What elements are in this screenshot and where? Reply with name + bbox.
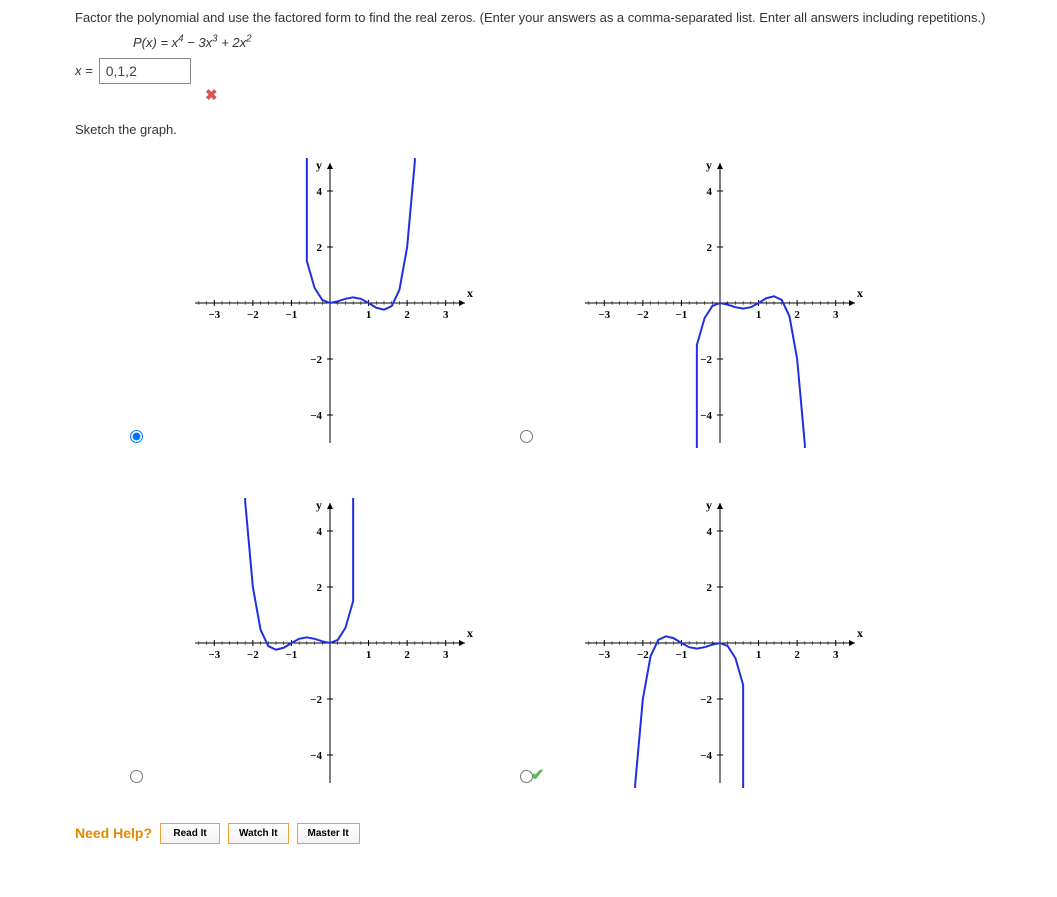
svg-text:y: y	[316, 158, 322, 172]
sketch-label: Sketch the graph.	[75, 122, 1057, 137]
svg-text:x: x	[857, 626, 863, 640]
svg-text:−3: −3	[208, 309, 220, 321]
svg-text:1: 1	[366, 649, 372, 661]
svg-text:−2: −2	[637, 649, 649, 661]
svg-text:3: 3	[443, 309, 449, 321]
svg-text:−4: −4	[310, 410, 322, 422]
graph-radio-1[interactable]	[520, 430, 533, 443]
graph-option-3: ✔ −3 −2 −1 1 2 3 4 2 −2 −4 x y	[515, 483, 905, 813]
graph-option-0: −3 −2 −1 1 2 3 4 2 −2 −4 x y	[125, 143, 515, 473]
svg-text:4: 4	[707, 186, 713, 198]
wrong-mark-icon: ✖	[205, 86, 1057, 104]
graph-plot: −3 −2 −1 1 2 3 4 2 −2 −4 x y	[545, 143, 875, 463]
svg-text:2: 2	[404, 649, 410, 661]
svg-text:3: 3	[833, 649, 839, 661]
graph-options-grid: −3 −2 −1 1 2 3 4 2 −2 −4 x y −3 −2 −1 1 2 3 4 2 −2 −4 x y −3 −2 −1…	[125, 143, 1057, 813]
svg-text:x: x	[857, 286, 863, 300]
svg-text:−2: −2	[700, 694, 712, 706]
svg-text:−2: −2	[247, 649, 259, 661]
read-it-button[interactable]: Read It	[160, 823, 220, 844]
correct-mark-icon: ✔	[531, 765, 544, 785]
svg-text:4: 4	[317, 186, 323, 198]
graph-plot: −3 −2 −1 1 2 3 4 2 −2 −4 x y	[545, 483, 875, 803]
svg-text:−1: −1	[676, 649, 688, 661]
master-it-button[interactable]: Master It	[297, 823, 360, 844]
svg-text:4: 4	[707, 526, 713, 538]
svg-text:2: 2	[317, 242, 323, 254]
svg-text:−2: −2	[310, 694, 322, 706]
polynomial-equation: P(x) = x4 − 3x3 + 2x2	[133, 34, 1057, 50]
svg-text:x: x	[467, 286, 473, 300]
svg-text:2: 2	[794, 649, 800, 661]
svg-text:2: 2	[794, 309, 800, 321]
svg-text:−3: −3	[208, 649, 220, 661]
svg-text:−4: −4	[310, 750, 322, 762]
svg-text:1: 1	[756, 649, 762, 661]
need-help-label: Need Help?	[75, 825, 152, 841]
svg-text:3: 3	[443, 649, 449, 661]
svg-text:y: y	[706, 158, 712, 172]
watch-it-button[interactable]: Watch It	[228, 823, 289, 844]
svg-text:−1: −1	[286, 309, 298, 321]
svg-text:−3: −3	[598, 649, 610, 661]
svg-text:−1: −1	[286, 649, 298, 661]
svg-text:2: 2	[707, 582, 713, 594]
svg-text:y: y	[316, 498, 322, 512]
graph-radio-0[interactable]	[130, 430, 143, 443]
svg-text:1: 1	[756, 309, 762, 321]
graph-option-2: −3 −2 −1 1 2 3 4 2 −2 −4 x y	[125, 483, 515, 813]
zeros-input[interactable]	[99, 58, 191, 84]
svg-text:−4: −4	[700, 750, 712, 762]
graph-option-1: −3 −2 −1 1 2 3 4 2 −2 −4 x y	[515, 143, 905, 473]
svg-text:2: 2	[317, 582, 323, 594]
svg-text:y: y	[706, 498, 712, 512]
svg-text:−1: −1	[676, 309, 688, 321]
question-text: Factor the polynomial and use the factor…	[75, 8, 1057, 28]
svg-text:3: 3	[833, 309, 839, 321]
svg-text:2: 2	[404, 309, 410, 321]
svg-text:4: 4	[317, 526, 323, 538]
graph-radio-2[interactable]	[130, 770, 143, 783]
graph-plot: −3 −2 −1 1 2 3 4 2 −2 −4 x y	[155, 483, 485, 803]
svg-text:−2: −2	[310, 354, 322, 366]
svg-text:−4: −4	[700, 410, 712, 422]
svg-text:−2: −2	[637, 309, 649, 321]
svg-text:x: x	[467, 626, 473, 640]
graph-plot: −3 −2 −1 1 2 3 4 2 −2 −4 x y	[155, 143, 485, 463]
svg-text:2: 2	[707, 242, 713, 254]
svg-text:1: 1	[366, 309, 372, 321]
svg-text:−3: −3	[598, 309, 610, 321]
answer-prefix: x =	[75, 63, 93, 78]
svg-text:−2: −2	[247, 309, 259, 321]
svg-text:−2: −2	[700, 354, 712, 366]
